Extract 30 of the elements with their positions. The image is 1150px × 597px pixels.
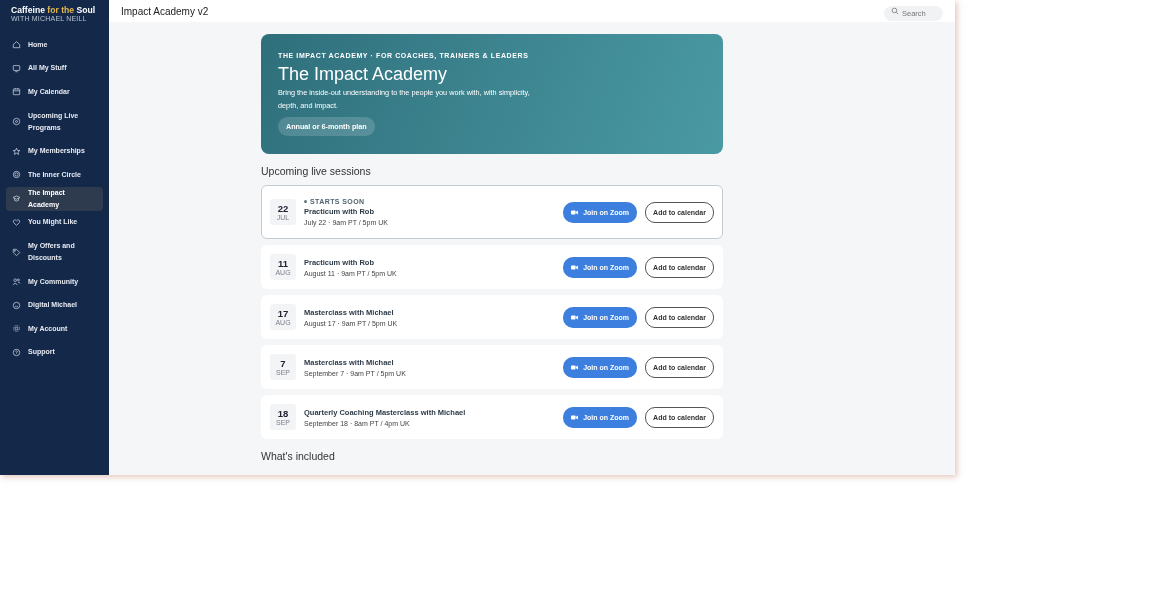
- video-camera-icon: [571, 364, 579, 370]
- section-heading: What's included: [261, 450, 336, 462]
- home-icon: [12, 40, 21, 50]
- status-dot-icon: [304, 200, 307, 203]
- date-day: 22: [277, 203, 289, 214]
- tag-icon: [12, 247, 21, 257]
- page-title: Impact Academy v2: [121, 5, 209, 17]
- gear-icon: [12, 324, 21, 334]
- star-icon: [12, 146, 21, 156]
- screen-icon: [12, 63, 21, 73]
- section-heading: Upcoming live sessions: [261, 165, 372, 177]
- search-icon: [891, 6, 899, 15]
- help-icon: [12, 347, 21, 357]
- calendar-icon: [12, 87, 21, 97]
- video-camera-icon: [571, 414, 579, 420]
- people-icon: [12, 277, 21, 287]
- video-camera-icon: [571, 209, 579, 215]
- date-day: 18: [277, 408, 289, 419]
- date-day: 17: [277, 308, 289, 319]
- cap-icon: [12, 194, 21, 203]
- video-camera-icon: [571, 264, 579, 270]
- target-icon: [12, 170, 21, 180]
- smile-icon: [12, 300, 21, 310]
- date-day: 11: [277, 258, 288, 269]
- date-day: 7: [280, 358, 286, 369]
- live-icon: [12, 117, 21, 126]
- brand-logo-text[interactable]: Caffeine for the Soul: [11, 5, 109, 15]
- video-camera-icon: [571, 314, 579, 320]
- heart-icon: [12, 217, 21, 227]
- hero-title: The Impact Academy: [278, 64, 449, 85]
